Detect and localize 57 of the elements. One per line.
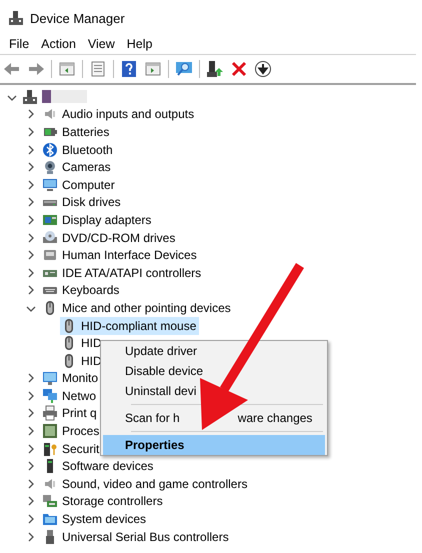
menu-bar-item[interactable]: Help (120, 34, 158, 52)
action-pane-icon[interactable] (144, 60, 162, 78)
scan-monitor-icon[interactable] (175, 60, 193, 78)
tree-item[interactable]: Cameras (41, 158, 114, 176)
menu-item[interactable]: Scan for h ware changes (103, 408, 325, 428)
tree-item[interactable]: Human Interface Devices (41, 246, 200, 264)
tree-item[interactable]: Display adapters (41, 210, 154, 229)
tree-item[interactable]: Mice and other pointing devices (41, 298, 234, 317)
storage-controller-icon (42, 493, 58, 510)
tree-item[interactable]: Proces (41, 422, 102, 440)
tree-item[interactable]: Audio inputs and outputs (41, 105, 198, 124)
printer-icon (42, 405, 58, 422)
tree-item[interactable]: Print q (41, 404, 100, 422)
menu-bar-item[interactable]: File (3, 34, 36, 52)
tree-pane-icon[interactable] (58, 60, 76, 78)
tree-item[interactable]: Netwo (41, 386, 100, 405)
back-icon[interactable] (3, 60, 21, 78)
tree-item[interactable]: Batteries (41, 122, 112, 141)
menu-item[interactable]: Uninstall devi (103, 381, 325, 401)
menu-item[interactable]: Update driver (103, 341, 325, 361)
tree-item[interactable]: Software devices (41, 457, 156, 476)
device-manager-icon (22, 88, 38, 105)
tree-item[interactable]: DVD/CD-ROM drives (41, 228, 178, 247)
tree-item[interactable]: IDE ATA/ATAPI controllers (41, 264, 204, 282)
tree-item[interactable]: Disk drives (41, 193, 124, 212)
dvd-drive-icon (42, 230, 58, 246)
network-icon (42, 388, 58, 404)
update-driver-icon[interactable] (206, 60, 224, 78)
window-title: Device Manager (30, 10, 125, 26)
menu-bar-item[interactable]: Action (35, 34, 82, 52)
tree-item[interactable]: HID-compliant mouse (60, 316, 200, 335)
tree-item[interactable]: Securit (41, 440, 102, 458)
camera-icon (42, 159, 58, 176)
tree-item[interactable]: Monito (41, 369, 102, 388)
download-icon[interactable] (254, 60, 272, 78)
tree-item[interactable]: System devices (41, 510, 150, 528)
tree-item[interactable]: Sound, video and game controllers (41, 474, 250, 493)
monitor-icon (42, 370, 58, 386)
tree-item[interactable]: Storage controllers (41, 492, 166, 510)
menu-item[interactable]: Properties (103, 435, 325, 455)
tree-item[interactable]: Computer (41, 176, 118, 194)
system-folder-icon (42, 511, 58, 528)
tree-item[interactable]: Bluetooth (41, 140, 116, 159)
security-device-icon (42, 440, 58, 457)
bluetooth-icon (42, 142, 58, 158)
tree-item[interactable]: Keyboards (41, 281, 122, 300)
device-manager-icon (8, 10, 24, 26)
processor-icon (42, 423, 58, 440)
menu-item[interactable]: Disable device (103, 361, 325, 381)
tree-item[interactable]: Universal Serial Bus controllers (41, 528, 232, 546)
menu-bar-item[interactable]: View (82, 34, 121, 52)
help-icon[interactable] (120, 60, 138, 78)
uninstall-icon[interactable] (230, 60, 248, 78)
properties-icon[interactable] (89, 60, 107, 78)
blurred-computer-name (42, 90, 87, 104)
forward-icon[interactable] (27, 60, 45, 78)
computer-icon (42, 176, 58, 193)
